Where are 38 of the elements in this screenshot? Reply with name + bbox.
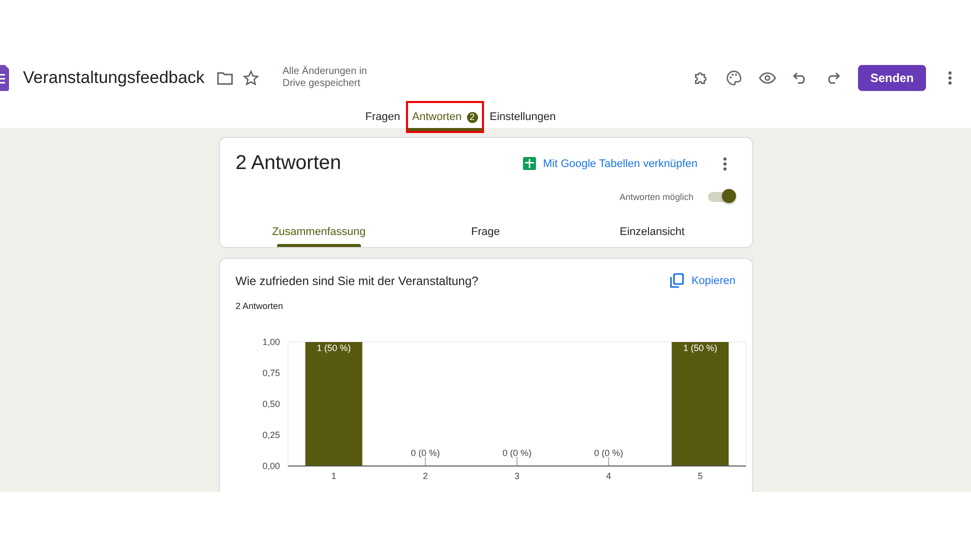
tab[interactable]: Antworten 2 (406, 101, 484, 133)
tab[interactable]: Einstellungen (484, 101, 562, 133)
send-button[interactable]: Senden (858, 64, 926, 90)
question-text: Wie zufrieden sind Sie mit der Veranstaltung? (236, 274, 478, 288)
copy-icon (670, 273, 684, 288)
axis-label: 0,25 (262, 430, 280, 440)
copy-button[interactable]: Kopieren (670, 273, 736, 288)
spreadsheet-icon (522, 157, 536, 170)
accepting-label: Antworten möglich (619, 192, 694, 202)
view-tab[interactable]: Einzelansicht (568, 217, 736, 247)
axis-label: 1,00 (262, 337, 280, 347)
sheets-link[interactable]: Mit Google Tabellen verknüpfen (522, 157, 698, 170)
tab[interactable]: Fragen (359, 101, 406, 133)
bar-tick (424, 456, 426, 466)
value-label: 0 (0 %) (502, 448, 531, 458)
axis-label: 5 (697, 471, 702, 481)
forms-logo-icon[interactable] (0, 64, 9, 90)
value-label: 1 (50 %) (682, 343, 717, 353)
axis-label: 0,00 (262, 461, 280, 471)
value-label: 0 (0 %) (410, 448, 440, 458)
view-tab[interactable]: Zusammenfassung (236, 217, 402, 247)
axis-label: 2 (422, 471, 428, 481)
response-count: 2 Antworten (236, 301, 284, 311)
axis-label: 0,75 (262, 368, 280, 378)
form-title[interactable]: Veranstaltungsfeedback (23, 68, 204, 88)
axis-label: 0,50 (262, 399, 280, 409)
bar-tick (516, 456, 517, 466)
responses-heading: 2 Antworten (236, 152, 342, 175)
count-badge: 2 (466, 112, 478, 122)
axis-label: 4 (606, 471, 611, 481)
axis-label: 3 (514, 471, 519, 481)
bar-tick (608, 456, 609, 466)
accepting-switch[interactable] (708, 192, 734, 202)
axis-label: 1 (330, 471, 336, 481)
value-label: 0 (0 %) (594, 448, 623, 458)
view-tab[interactable]: Frage (402, 217, 569, 247)
save-status: Alle Änderungen in Drive gespeichert (282, 66, 368, 90)
value-label: 1 (50 %) (316, 343, 350, 353)
